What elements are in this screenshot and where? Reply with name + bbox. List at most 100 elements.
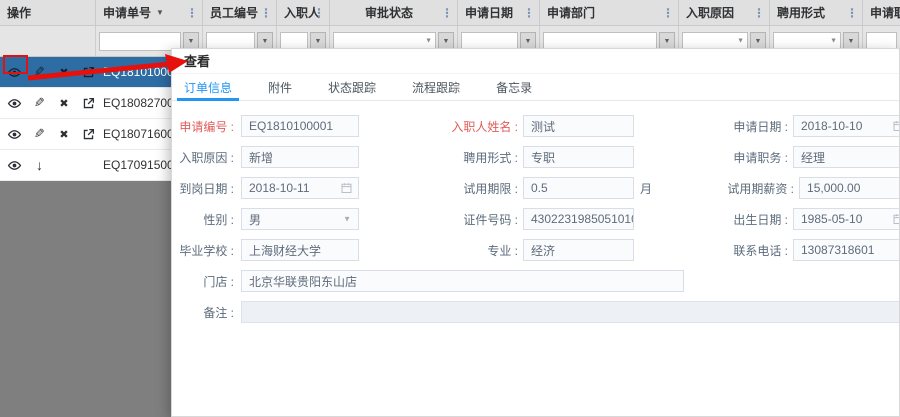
field-value: 2018-10-11 [249,181,310,195]
chevron-down-icon: ▼ [754,37,762,45]
employment-type-field[interactable]: 专职 [523,146,634,168]
field-value: 测试 [531,119,556,134]
major-field[interactable]: 经济 [523,239,634,261]
eye-icon[interactable] [7,158,22,173]
remark-field[interactable] [241,301,899,323]
birth-date-label: 出生日期 : [733,212,788,227]
field-value: 经济 [531,243,556,258]
dialog-tabs: 订单信息 附件 状态跟踪 流程跟踪 备忘录 [172,74,899,101]
col-header-entry-reason[interactable]: 入职原因 ⋮ [679,0,770,25]
vertical-dots-icon[interactable]: ⋮ [441,7,453,19]
chevron-down-icon: ▼ [847,37,855,45]
col-header-label: 审批状态 [364,6,413,20]
probation-period-field[interactable]: 0.5 [523,177,634,199]
entry-reason-label: 入职原因 : [179,150,234,165]
eye-icon[interactable] [7,127,22,142]
annotation-red-box [3,55,28,74]
remark-label: 备注 : [203,305,234,320]
filter-cell-actions [0,26,96,56]
arrival-date-field[interactable]: 2018-10-11 [241,177,359,199]
probation-salary-label: 试用期薪资 : [727,181,795,196]
chevron-down-icon: ▼ [442,37,450,45]
entrant-name-field[interactable]: 测试 [523,115,634,137]
x-icon[interactable]: ✖ [57,127,72,142]
calendar-icon [341,183,352,194]
entry-reason-field[interactable]: 新增 [241,146,359,168]
chevron-down-icon: ▼ [425,37,432,45]
probation-period-unit: 月 [640,181,653,196]
field-value: 男 [249,212,262,227]
col-header-approval-status[interactable]: 审批状态 ⋮ [330,0,458,25]
grid-header-row: 操作 申请单号 ▼ ⋮ 员工编号 ⋮ 入职人 ⋮ 审批状态 ⋮ 申请日期 ⋮ 申… [0,0,900,26]
tab-process-tracking[interactable]: 流程跟踪 [412,74,460,100]
col-header-label: 操作 [7,6,32,20]
pencil-icon[interactable]: ✎ [32,95,47,111]
vertical-dots-icon[interactable]: ⋮ [662,7,674,19]
col-header-employment-type[interactable]: 聘用形式 ⋮ [770,0,863,25]
eye-icon[interactable] [7,96,22,111]
sort-desc-icon[interactable]: ▼ [156,8,164,17]
birth-date-field[interactable]: 1985-05-10 [793,208,899,230]
apply-position-field[interactable]: 经理 [793,146,899,168]
col-header-label: 聘用形式 [777,6,826,20]
form-row: 备注 : [172,300,899,324]
col-header-label: 员工编号 [210,6,259,20]
external-link-icon[interactable] [81,96,96,111]
x-icon[interactable]: ✖ [57,96,72,111]
field-value: 新增 [249,150,274,165]
col-header-apply-date[interactable]: 申请日期 ⋮ [458,0,540,25]
chevron-down-icon: ▼ [524,37,532,45]
field-value: 1985-05-10 [801,212,863,226]
tab-status-tracking[interactable]: 状态跟踪 [328,74,376,100]
field-value: 430223198505101042 [531,212,633,226]
apply-date-field[interactable]: 2018-10-10 [793,115,899,137]
tab-memo[interactable]: 备忘录 [496,74,532,100]
pencil-icon[interactable]: ✎ [32,64,47,80]
application-no-field[interactable]: EQ1810100001 [241,115,359,137]
calendar-icon [893,214,899,225]
vertical-dots-icon[interactable]: ⋮ [260,7,272,19]
x-icon[interactable]: ✖ [57,65,72,80]
app-screen: 操作 申请单号 ▼ ⋮ 员工编号 ⋮ 入职人 ⋮ 审批状态 ⋮ 申请日期 ⋮ 申… [0,0,900,417]
probation-salary-field[interactable]: 15,000.00 [799,177,899,199]
col-header-order-no[interactable]: 申请单号 ▼ ⋮ [96,0,203,25]
tab-order-info[interactable]: 订单信息 [176,74,240,101]
contact-phone-field[interactable]: 13087318601 [793,239,899,261]
col-header-label: 申请日期 [465,6,514,20]
down-arrow-icon[interactable]: ↓ [32,157,47,173]
id-number-field[interactable]: 430223198505101042 [523,208,634,230]
chevron-down-icon: ▼ [187,37,195,45]
col-header-apply-position[interactable]: 申请职务 [863,0,900,25]
col-header-actions: 操作 [0,0,96,25]
form-row: 毕业学校 : 上海财经大学 专业 : 经济 联系电话 : 13087318601 [172,238,899,262]
field-value: 13087318601 [801,243,875,257]
form-row: 性别 : 男 ▼ 证件号码 : 430223198505101042 出生日期 … [172,207,899,231]
form-row: 申请编号 : EQ1810100001 入职人姓名 : 测试 申请日期 : 20… [172,114,899,138]
store-field[interactable]: 北京华联贵阳东山店 [241,270,684,292]
id-number-label: 证件号码 : [463,212,518,227]
chevron-down-icon: ▼ [261,37,269,45]
graduate-school-field[interactable]: 上海财经大学 [241,239,359,261]
col-header-apply-dept[interactable]: 申请部门 ⋮ [540,0,679,25]
external-link-icon[interactable] [81,65,96,80]
vertical-dots-icon[interactable]: ⋮ [753,7,765,19]
arrival-date-label: 到岗日期 : [179,181,234,196]
vertical-dots-icon[interactable]: ⋮ [186,7,198,19]
apply-date-label: 申请日期 : [733,119,788,134]
col-header-label: 入职原因 [686,6,735,20]
external-link-icon[interactable] [81,127,96,142]
tab-attachments[interactable]: 附件 [268,74,292,100]
vertical-dots-icon[interactable]: ⋮ [523,7,535,19]
store-label: 门店 : [203,274,234,289]
vertical-dots-icon[interactable]: ⋮ [313,7,325,19]
form-row: 到岗日期 : 2018-10-11 试用期限 : 0.5 月 试用期薪资 : 1… [172,176,899,200]
gender-select[interactable]: 男 ▼ [241,208,359,230]
graduate-school-label: 毕业学校 : [179,243,234,258]
col-header-entrant[interactable]: 入职人 ⋮ [277,0,330,25]
pencil-icon[interactable]: ✎ [32,126,47,142]
row-actions: ✎ ✖ [0,55,96,87]
vertical-dots-icon[interactable]: ⋮ [846,7,858,19]
form-row: 门店 : 北京华联贵阳东山店 [172,269,899,293]
filter-input-order-no[interactable] [99,31,181,51]
col-header-employee-no[interactable]: 员工编号 ⋮ [203,0,277,25]
